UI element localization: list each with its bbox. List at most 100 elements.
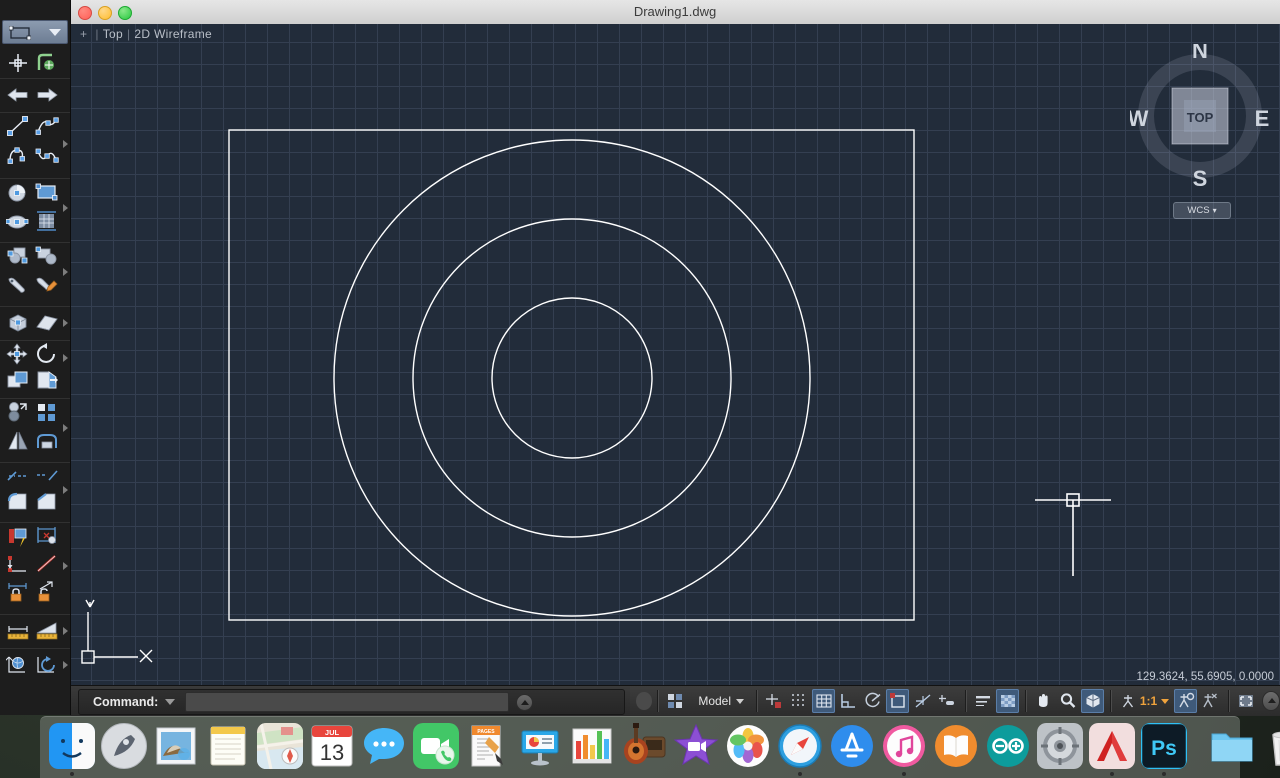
fillet-tool[interactable]	[32, 429, 62, 453]
dock-item-trash[interactable]	[1261, 722, 1280, 776]
flyout-arrow-icon[interactable]	[63, 486, 68, 494]
window-titlebar[interactable]: Drawing1.dwg	[70, 0, 1280, 25]
drawing-canvas[interactable]: + | Top | 2D Wireframe TOP N W E S WCS ▾…	[70, 24, 1280, 685]
grid-display-toggle[interactable]	[788, 689, 811, 713]
dock-item-downloads-folder[interactable]	[1209, 722, 1255, 776]
clean-screen-button[interactable]	[1235, 689, 1258, 713]
dock-item-launchpad[interactable]	[101, 722, 147, 776]
arc-tool[interactable]	[3, 144, 33, 168]
flyout-arrow-icon[interactable]	[63, 354, 68, 362]
flyout-arrow-icon[interactable]	[63, 268, 68, 276]
orbit-tool-button[interactable]	[1081, 689, 1104, 713]
dock-item-app-store[interactable]	[829, 722, 875, 776]
box-tool[interactable]	[3, 311, 33, 335]
ellipse-tool[interactable]	[3, 209, 33, 233]
coordinate-readout[interactable]: 129.3624, 55.6905, 0.0000	[1137, 671, 1275, 683]
spline-tool[interactable]	[32, 144, 62, 168]
rectangle-tool[interactable]	[32, 180, 62, 204]
dynamic-input-toggle[interactable]	[936, 689, 959, 713]
layer-isolate-tool[interactable]	[3, 552, 33, 576]
dock-item-numbers[interactable]	[569, 722, 615, 776]
flyout-arrow-icon[interactable]	[63, 140, 68, 148]
flyout-arrow-icon[interactable]	[63, 424, 68, 432]
snap-mode-toggle[interactable]	[763, 689, 786, 713]
status-menu-button[interactable]	[1262, 691, 1280, 711]
dock-item-imovie[interactable]	[673, 722, 719, 776]
copy-tool[interactable]	[3, 400, 33, 424]
zoom-tool-button[interactable]	[1057, 689, 1080, 713]
dock-item-garageband[interactable]	[621, 722, 667, 776]
dock-item-autocad[interactable]	[1089, 722, 1135, 776]
dock-item-keynote[interactable]	[517, 722, 563, 776]
polar-tracking-toggle[interactable]	[862, 689, 885, 713]
dock-item-messages[interactable]	[361, 722, 407, 776]
move-tool[interactable]	[3, 342, 33, 366]
flyout-arrow-icon[interactable]	[63, 204, 68, 212]
object-snap-tracking-toggle[interactable]	[911, 689, 934, 713]
offset-tool[interactable]	[3, 368, 33, 392]
chevron-down-icon[interactable]	[49, 29, 61, 36]
flyout-arrow-icon[interactable]	[63, 562, 68, 570]
aligned-dimension-tool[interactable]	[32, 619, 62, 643]
line-tool[interactable]	[3, 114, 33, 138]
dock-item-finder[interactable]	[49, 722, 95, 776]
extrude-tool[interactable]	[32, 368, 62, 392]
fillet-corner-tool[interactable]	[32, 490, 62, 514]
chevron-down-icon[interactable]	[165, 699, 176, 705]
transparency-toggle[interactable]	[996, 689, 1019, 713]
edit-attribute-tool[interactable]	[32, 273, 62, 297]
layer-state-tool[interactable]	[32, 524, 62, 548]
ucs-selector[interactable]: WCS ▾	[1173, 202, 1231, 219]
array-tool[interactable]	[32, 400, 62, 424]
layer-match-tool[interactable]	[32, 552, 62, 576]
block-tool[interactable]	[3, 244, 33, 268]
space-selector[interactable]: Model	[691, 690, 751, 712]
flyout-arrow-icon[interactable]	[63, 661, 68, 669]
annotation-visibility-toggle[interactable]	[1174, 689, 1197, 713]
dock-item-facetime[interactable]	[413, 722, 459, 776]
annotation-scale-selector[interactable]: 1:1	[1116, 693, 1173, 709]
object-snap-toggle[interactable]	[886, 689, 910, 713]
dock-item-mail[interactable]	[153, 722, 199, 776]
polyline-tool[interactable]	[32, 114, 62, 138]
ucs-tool[interactable]	[32, 51, 62, 75]
eraser-tool[interactable]	[32, 311, 62, 335]
dock-item-pages[interactable]: PAGES	[465, 722, 511, 776]
ucs-manager-tool[interactable]	[32, 653, 62, 677]
trim-tool[interactable]	[3, 464, 33, 488]
dock-item-safari[interactable]	[777, 722, 823, 776]
layout-switch-button[interactable]	[664, 689, 687, 713]
lineweight-toggle[interactable]	[972, 689, 995, 713]
layer-unlock-tool[interactable]	[32, 580, 62, 604]
flyout-arrow-icon[interactable]	[63, 627, 68, 635]
linear-dimension-tool[interactable]	[3, 619, 33, 643]
pan-tool-button[interactable]	[1032, 689, 1055, 713]
redo-tool[interactable]	[32, 83, 62, 107]
hatch-tool[interactable]	[32, 209, 62, 233]
dock-item-photoshop[interactable]: Ps	[1141, 722, 1187, 776]
dock-item-calendar[interactable]: JUL 13	[309, 722, 355, 776]
layer-properties-tool[interactable]	[3, 524, 33, 548]
dock-item-system-preferences[interactable]	[1037, 722, 1083, 776]
flyout-arrow-icon[interactable]	[63, 319, 68, 327]
layer-lock-tool[interactable]	[3, 580, 33, 604]
ortho-mode-toggle[interactable]	[837, 689, 860, 713]
rotate-tool[interactable]	[32, 342, 62, 366]
chamfer-tool[interactable]	[3, 490, 33, 514]
dock-item-itunes[interactable]	[881, 722, 927, 776]
dock-item-maps[interactable]	[257, 722, 303, 776]
command-expand-button[interactable]	[516, 693, 534, 711]
undo-tool[interactable]	[3, 83, 33, 107]
tool-palette-header[interactable]	[2, 20, 68, 44]
view-manager-tool[interactable]	[3, 653, 33, 677]
grid-mode-toggle[interactable]	[812, 689, 836, 713]
command-line[interactable]: Command:	[78, 689, 625, 715]
viewcube[interactable]: TOP N W E S	[1130, 44, 1270, 219]
auto-scale-toggle[interactable]	[1199, 689, 1222, 713]
dock-item-ibooks[interactable]	[933, 722, 979, 776]
dock-item-notes[interactable]	[205, 722, 251, 776]
dock-item-arduino[interactable]	[985, 722, 1031, 776]
circle-tool[interactable]	[3, 180, 33, 204]
status-grip[interactable]	[636, 692, 652, 710]
command-input[interactable]	[185, 692, 510, 712]
